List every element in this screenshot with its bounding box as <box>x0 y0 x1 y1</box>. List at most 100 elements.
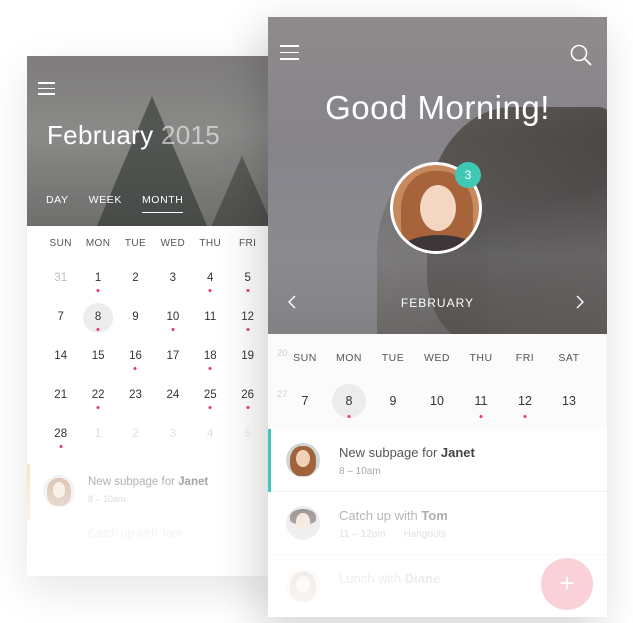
event-dot <box>59 445 63 448</box>
week-day-selected[interactable]: 8 <box>327 384 371 424</box>
event-accent-bar <box>268 429 271 492</box>
weekday-label: TUE <box>124 238 147 249</box>
weekday-label: MON <box>336 352 362 364</box>
calendar-day[interactable]: 28 <box>42 417 79 456</box>
notification-badge[interactable]: 3 <box>455 162 481 188</box>
event-dot <box>96 289 100 292</box>
event-dot <box>96 406 100 409</box>
week-strip: 20 27 SUN MON TUE WED THU FRI SAT 7 8 9 … <box>268 334 607 429</box>
weekday-label: SUN <box>49 238 72 249</box>
avatar <box>43 475 75 507</box>
weekday-header: SUN MON TUE WED THU FRI SAT <box>283 352 591 364</box>
calendar-day[interactable]: 31 <box>42 261 79 300</box>
event-item[interactable]: Catch up with Tom 11 – 12pm Hangouts <box>268 492 607 555</box>
month-year-title: February 2015 <box>47 120 220 151</box>
calendar-day[interactable]: 7 <box>42 300 79 339</box>
calendar-day[interactable]: 24 <box>154 378 191 417</box>
event-person: Tom <box>421 508 448 523</box>
event-title-faded: Catch up with Tom <box>88 528 183 540</box>
event-title: New subpage for Janet <box>339 445 475 460</box>
event-dot <box>479 415 483 418</box>
calendar-day[interactable]: 1 <box>79 261 116 300</box>
month-view-header: February 2015 DAY WEEK MONTH <box>27 56 272 226</box>
event-dot <box>246 406 250 409</box>
tab-month[interactable]: MONTH <box>141 194 184 213</box>
event-dot <box>208 289 212 292</box>
event-dot <box>347 415 351 418</box>
event-location: Hangouts <box>403 529 447 540</box>
calendar-day[interactable]: 17 <box>154 339 191 378</box>
calendar-day[interactable]: 1 <box>79 417 116 456</box>
header-background-tree-secondary <box>207 156 272 226</box>
weekday-label: THU <box>199 238 222 249</box>
calendar-day[interactable]: 9 <box>117 300 154 339</box>
calendar-day[interactable]: 4 <box>192 417 229 456</box>
year-label: 2015 <box>160 120 221 150</box>
calendar-day[interactable]: 15 <box>79 339 116 378</box>
tab-day[interactable]: DAY <box>46 194 69 213</box>
month-view-screen: February 2015 DAY WEEK MONTH SUN MON TUE… <box>27 56 272 576</box>
calendar-day[interactable]: 11 <box>192 300 229 339</box>
calendar-day[interactable]: 2 <box>117 417 154 456</box>
calendar-day[interactable]: 3 <box>154 417 191 456</box>
month-name: February <box>47 120 154 150</box>
week-day[interactable]: 10 <box>415 384 459 424</box>
event-item[interactable]: New subpage for Janet 8 – 10am <box>27 464 272 520</box>
calendar-day[interactable]: 19 <box>229 339 266 378</box>
calendar-day[interactable]: 4 <box>192 261 229 300</box>
calendar-day[interactable]: 16 <box>117 339 154 378</box>
calendar-day[interactable]: 14 <box>42 339 79 378</box>
week-day[interactable]: 11 <box>459 384 503 424</box>
calendar-day[interactable]: 3 <box>154 261 191 300</box>
calendar-day-selected[interactable]: 8 <box>79 300 116 339</box>
tab-week[interactable]: WEEK <box>89 194 122 213</box>
week-day[interactable]: 7 <box>283 384 327 424</box>
hamburger-menu-icon[interactable] <box>280 45 299 61</box>
avatar <box>286 443 320 477</box>
calendar-day[interactable]: 22 <box>79 378 116 417</box>
day-view-header: Good Morning! 3 FEBRUARY <box>268 17 607 334</box>
event-item[interactable]: New subpage for Janet 8 – 10am <box>268 429 607 492</box>
week-day[interactable]: 13 <box>547 384 591 424</box>
calendar-day[interactable]: 12 <box>229 300 266 339</box>
calendar-day[interactable]: 5 <box>229 261 266 300</box>
calendar-day[interactable]: 2 <box>117 261 154 300</box>
weekday-label: TUE <box>381 352 405 364</box>
event-title: New subpage for Janet <box>88 476 209 488</box>
event-title: Catch up with Tom <box>339 508 448 523</box>
week-day[interactable]: 9 <box>371 384 415 424</box>
calendar-day[interactable]: 26 <box>229 378 266 417</box>
week-day[interactable]: 12 <box>503 384 547 424</box>
event-dot <box>246 328 250 331</box>
event-title: Lunch with Diane <box>339 571 441 586</box>
event-accent-bar <box>27 464 30 520</box>
add-event-button[interactable]: + <box>541 558 593 610</box>
calendar-day[interactable]: 18 <box>192 339 229 378</box>
hamburger-menu-icon[interactable] <box>38 82 55 95</box>
app-showcase: February 2015 DAY WEEK MONTH SUN MON TUE… <box>0 0 633 623</box>
weekday-label: SAT <box>558 352 580 364</box>
event-dot <box>523 415 527 418</box>
calendar-day[interactable]: 25 <box>192 378 229 417</box>
event-dot <box>133 367 137 370</box>
event-person: Janet <box>440 445 475 460</box>
search-icon[interactable] <box>570 44 592 66</box>
weekday-header: SUN MON TUE WED THU FRI <box>42 238 272 249</box>
weekday-label: FRI <box>515 352 535 364</box>
weekday-label: THU <box>469 352 493 364</box>
event-dot <box>208 406 212 409</box>
event-dot <box>171 328 175 331</box>
calendar-day[interactable]: 10 <box>154 300 191 339</box>
weekday-label: FRI <box>238 238 257 249</box>
event-person: Janet <box>178 476 209 488</box>
avatar <box>286 569 320 603</box>
weekday-label: WED <box>424 352 450 364</box>
month-day-grid: 31 1 2 3 4 5 7 8 9 10 11 12 14 15 16 17 … <box>42 261 272 456</box>
calendar-day[interactable]: 5 <box>229 417 266 456</box>
calendar-day[interactable]: 23 <box>117 378 154 417</box>
view-mode-tabs: DAY WEEK MONTH <box>46 194 203 213</box>
chevron-right-icon[interactable] <box>572 295 586 309</box>
calendar-day[interactable]: 21 <box>42 378 79 417</box>
event-time: 11 – 12pm Hangouts <box>339 529 447 540</box>
event-time: 8 – 10am <box>339 466 381 477</box>
